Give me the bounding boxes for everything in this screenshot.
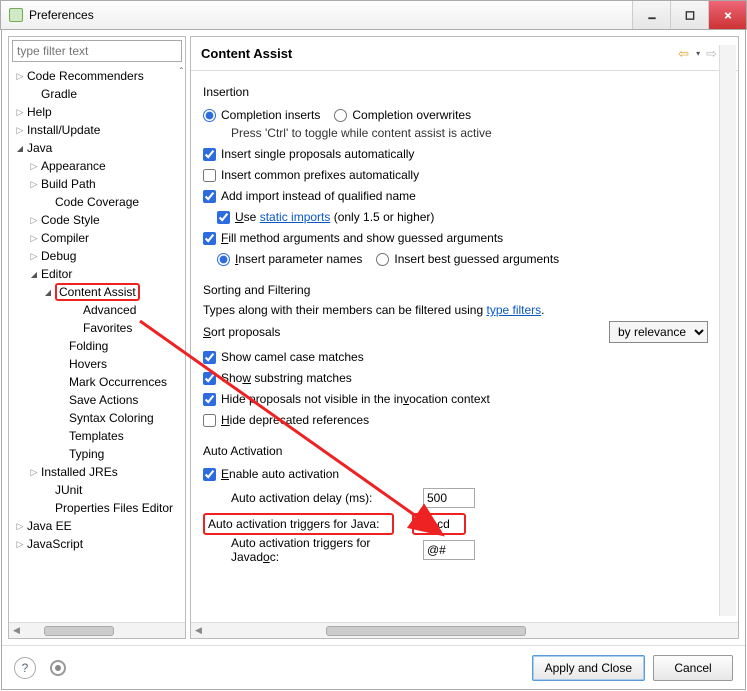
show-substring-label: Show substring matches [221, 371, 352, 385]
tree-hovers[interactable]: Hovers [9, 355, 185, 373]
show-camel-checkbox[interactable] [203, 351, 216, 364]
use-static-imports-checkbox[interactable] [217, 211, 230, 224]
insert-common-checkbox[interactable] [203, 169, 216, 182]
window-title: Preferences [29, 8, 632, 22]
filter-input[interactable] [12, 40, 182, 62]
maximize-button[interactable] [670, 1, 708, 29]
type-filters-text: Types along with their members can be fi… [203, 303, 545, 317]
preferences-tree[interactable]: Code Recommenders Gradle Help Install/Up… [9, 65, 185, 622]
tree-install-update[interactable]: Install/Update [9, 121, 185, 139]
completion-inserts-radio[interactable] [203, 109, 216, 122]
show-camel-label: Show camel case matches [221, 350, 364, 364]
page-title: Content Assist [201, 46, 678, 61]
tree-compiler[interactable]: Compiler [9, 229, 185, 247]
auto-activation-group-title: Auto Activation [203, 444, 708, 458]
enable-auto-activation-checkbox[interactable] [203, 468, 216, 481]
sync-icon[interactable] [50, 660, 66, 676]
tree-syntax-coloring[interactable]: Syntax Coloring [9, 409, 185, 427]
add-import-checkbox[interactable] [203, 190, 216, 203]
tree-mark-occurrences[interactable]: Mark Occurrences [9, 373, 185, 391]
tree-folding[interactable]: Folding [9, 337, 185, 355]
forward-button[interactable]: ⇨ [706, 46, 717, 62]
enable-auto-activation-label: Enable auto activation [221, 467, 339, 481]
sort-proposals-label: Sort proposals [203, 325, 280, 339]
add-import-label: Add import instead of qualified name [221, 189, 416, 203]
tree-code-style[interactable]: Code Style [9, 211, 185, 229]
tree-advanced[interactable]: Advanced [9, 301, 185, 319]
tree-properties-files[interactable]: Properties Files Editor [9, 499, 185, 517]
help-button[interactable]: ? [14, 657, 36, 679]
use-static-imports-label: Use static imports (only 1.5 or higher) [235, 210, 434, 224]
triggers-java-label: Auto activation triggers for Java: [208, 517, 379, 531]
completion-overwrites-label: Completion overwrites [352, 108, 471, 122]
fill-method-label: Fill method arguments and show guessed a… [221, 231, 503, 245]
content-panel: Content Assist ⇦▾ ⇨▾ Insertion Completio… [190, 36, 739, 639]
completion-inserts-label: Completion inserts [221, 108, 320, 122]
triggers-java-field[interactable] [417, 515, 461, 533]
apply-and-close-button[interactable]: Apply and Close [532, 655, 645, 681]
show-substring-checkbox[interactable] [203, 372, 216, 385]
tree-java[interactable]: Java [9, 139, 185, 157]
dialog-button-bar: ? Apply and Close Cancel [2, 645, 745, 689]
tree-code-recommenders[interactable]: Code Recommenders [9, 67, 185, 85]
insert-best-guessed-radio[interactable] [376, 253, 389, 266]
content-hscrollbar[interactable]: ◀ [191, 622, 738, 638]
back-button[interactable]: ⇦ [678, 46, 689, 62]
activation-delay-label: Auto activation delay (ms): [203, 491, 413, 505]
tree-gradle[interactable]: Gradle [9, 85, 185, 103]
tree-appearance[interactable]: Appearance [9, 157, 185, 175]
hide-deprecated-checkbox[interactable] [203, 414, 216, 427]
tree-java-ee[interactable]: Java EE [9, 517, 185, 535]
insert-single-label: Insert single proposals automatically [221, 147, 414, 161]
insert-common-label: Insert common prefixes automatically [221, 168, 419, 182]
ctrl-help-text: Press 'Ctrl' to toggle while content ass… [203, 126, 708, 140]
insert-single-checkbox[interactable] [203, 148, 216, 161]
sort-proposals-select[interactable]: by relevance [609, 321, 708, 343]
insertion-group-title: Insertion [203, 85, 708, 99]
triggers-javadoc-field[interactable] [423, 540, 475, 560]
tree-content-assist[interactable]: Content Assist [9, 283, 185, 301]
hide-proposals-label: Hide proposals not visible in the invoca… [221, 392, 490, 406]
type-filters-link[interactable]: type filters [486, 303, 541, 317]
hide-deprecated-label: Hide deprecated references [221, 413, 369, 427]
tree-favorites[interactable]: Favorites [9, 319, 185, 337]
preferences-icon [9, 8, 23, 22]
tree-help[interactable]: Help [9, 103, 185, 121]
sidebar: ˆ Code Recommenders Gradle Help Install/… [8, 36, 186, 639]
tree-junit[interactable]: JUnit [9, 481, 185, 499]
tree-javascript[interactable]: JavaScript [9, 535, 185, 553]
sidebar-hscrollbar[interactable]: ◀ [9, 622, 185, 638]
insert-best-guessed-label: Insert best guessed arguments [394, 252, 559, 266]
tree-debug[interactable]: Debug [9, 247, 185, 265]
completion-overwrites-radio[interactable] [334, 109, 347, 122]
activation-delay-field[interactable] [423, 488, 475, 508]
filter-container [9, 37, 185, 65]
insert-param-names-label: Insert parameter names [235, 252, 362, 266]
close-button[interactable] [708, 1, 746, 29]
sorting-group-title: Sorting and Filtering [203, 283, 708, 297]
tree-typing[interactable]: Typing [9, 445, 185, 463]
triggers-javadoc-label: Auto activation triggers for Javadoc: [203, 536, 413, 564]
cancel-button[interactable]: Cancel [653, 655, 733, 681]
tree-build-path[interactable]: Build Path [9, 175, 185, 193]
triggers-java-field-highlight [412, 513, 466, 535]
static-imports-link[interactable]: static imports [260, 210, 331, 224]
tree-templates[interactable]: Templates [9, 427, 185, 445]
title-bar: Preferences [0, 0, 747, 30]
insert-param-names-radio[interactable] [217, 253, 230, 266]
fill-method-checkbox[interactable] [203, 232, 216, 245]
tree-code-coverage[interactable]: Code Coverage [9, 193, 185, 211]
tree-save-actions[interactable]: Save Actions [9, 391, 185, 409]
tree-installed-jres[interactable]: Installed JREs [9, 463, 185, 481]
minimize-button[interactable] [632, 1, 670, 29]
triggers-java-label-highlight: Auto activation triggers for Java: [203, 513, 394, 535]
hide-proposals-checkbox[interactable] [203, 393, 216, 406]
tree-editor[interactable]: Editor [9, 265, 185, 283]
